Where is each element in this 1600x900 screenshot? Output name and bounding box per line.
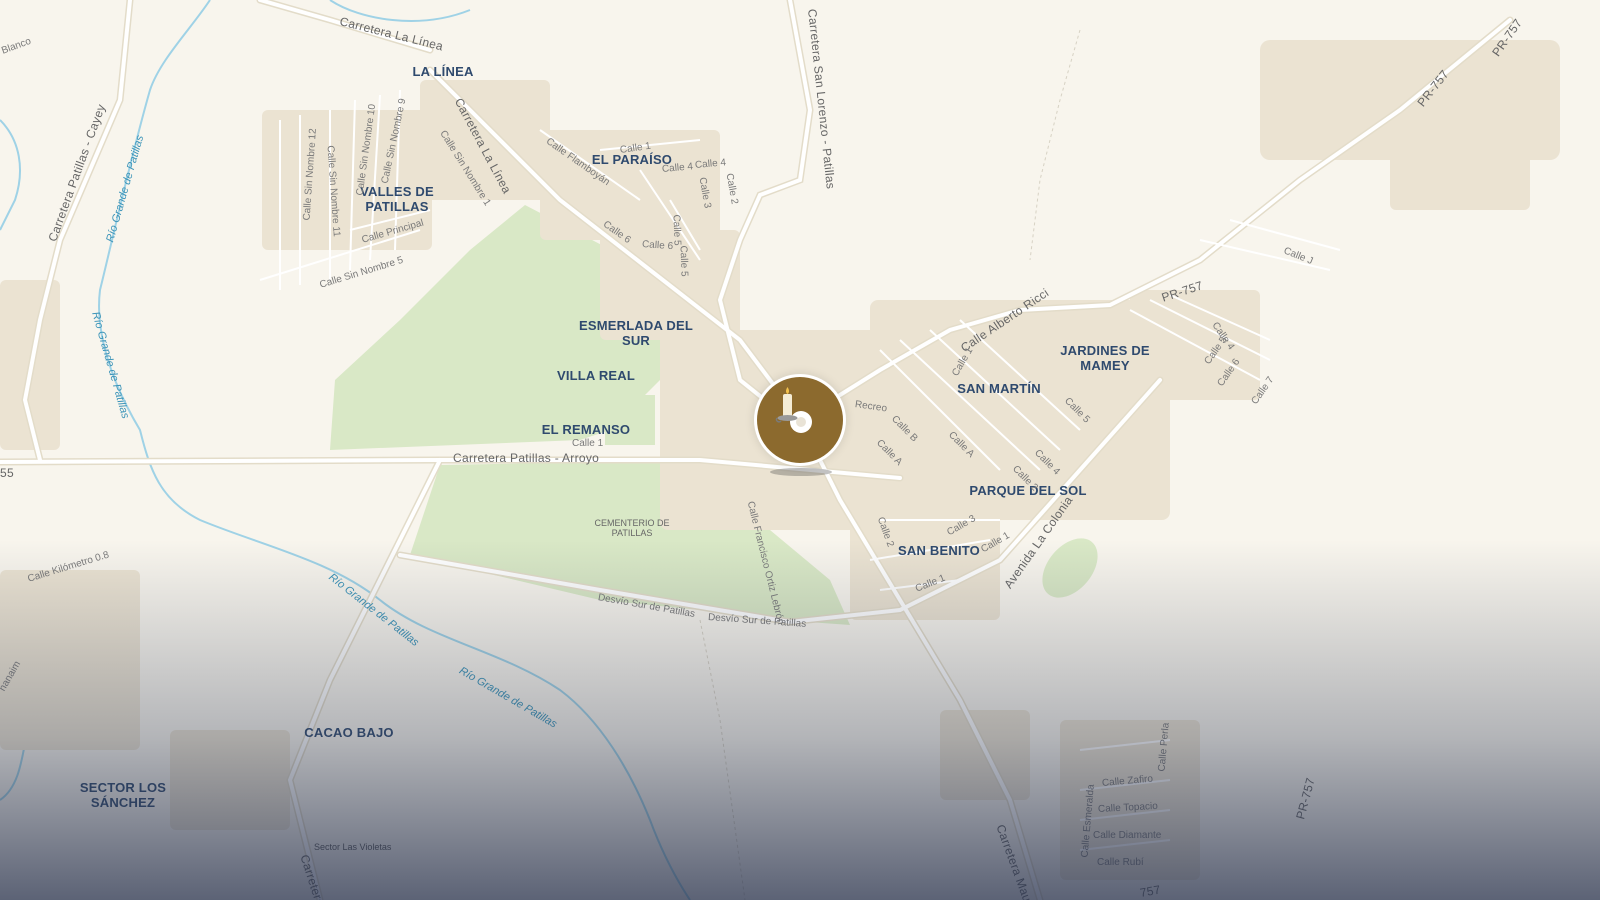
poi-cementerio: CEMENTERIO DE PATILLAS <box>594 518 669 538</box>
road-label-calle-diamante: Calle Diamante <box>1093 830 1162 841</box>
road-label-calle: Calle 5 <box>677 245 690 277</box>
park-area <box>605 395 655 445</box>
road-label-number: 55 <box>0 466 14 480</box>
location-marker[interactable] <box>754 374 846 466</box>
road-label-calle: Calle 6 <box>641 239 674 253</box>
poi-label-line: PATILLAS <box>611 528 653 538</box>
place-sector-las-violetas: Sector Las Violetas <box>314 842 392 852</box>
road-label-calle: Calle 1 <box>572 438 604 449</box>
road-label-carretera-patillas-arroyo: Carretera Patillas - Arroyo <box>453 451 600 465</box>
place-san-martin: SAN MARTÍN <box>957 381 1041 396</box>
place-cacao-bajo: CACAO BAJO <box>304 725 394 740</box>
candle-icon <box>775 387 812 433</box>
place-label-line: SECTOR LOS <box>79 780 167 795</box>
place-sector-los-sanchez: SECTOR LOS SÁNCHEZ <box>80 780 166 810</box>
place-label-line: JARDINES DE <box>1060 343 1150 358</box>
place-esmerlada-del-sur: ESMERLADA DEL SUR <box>579 318 693 348</box>
place-jardines-de-mamey: JARDINES DE MAMEY <box>1060 343 1150 373</box>
place-label-line: SUR <box>621 333 651 348</box>
poi-label-line: CEMENTERIO DE <box>594 518 670 528</box>
place-label-line: MAMEY <box>1080 358 1130 373</box>
place-el-remanso: EL REMANSO <box>541 422 631 437</box>
place-label-line: ESMERLADA DEL <box>578 318 694 333</box>
place-valles-de-patillas: VALLES DE PATILLAS <box>360 184 434 214</box>
place-label-line: VALLES DE <box>360 184 434 199</box>
place-la-linea: LA LÍNEA <box>412 64 474 79</box>
marker-shadow <box>770 468 832 476</box>
road-label-calle: Calle 5 <box>670 214 683 246</box>
place-san-benito: SAN BENITO <box>898 543 980 558</box>
place-villa-real: VILLA REAL <box>556 368 636 383</box>
road-label-calle-rubi: Calle Rubí <box>1097 857 1144 868</box>
marker-badge <box>757 377 843 463</box>
place-label-line: SÁNCHEZ <box>90 795 156 810</box>
map-canvas[interactable]: LA LÍNEA EL PARAÍSO VALLES DE PATILLAS E… <box>0 0 1600 900</box>
place-label-line: PATILLAS <box>365 199 429 214</box>
